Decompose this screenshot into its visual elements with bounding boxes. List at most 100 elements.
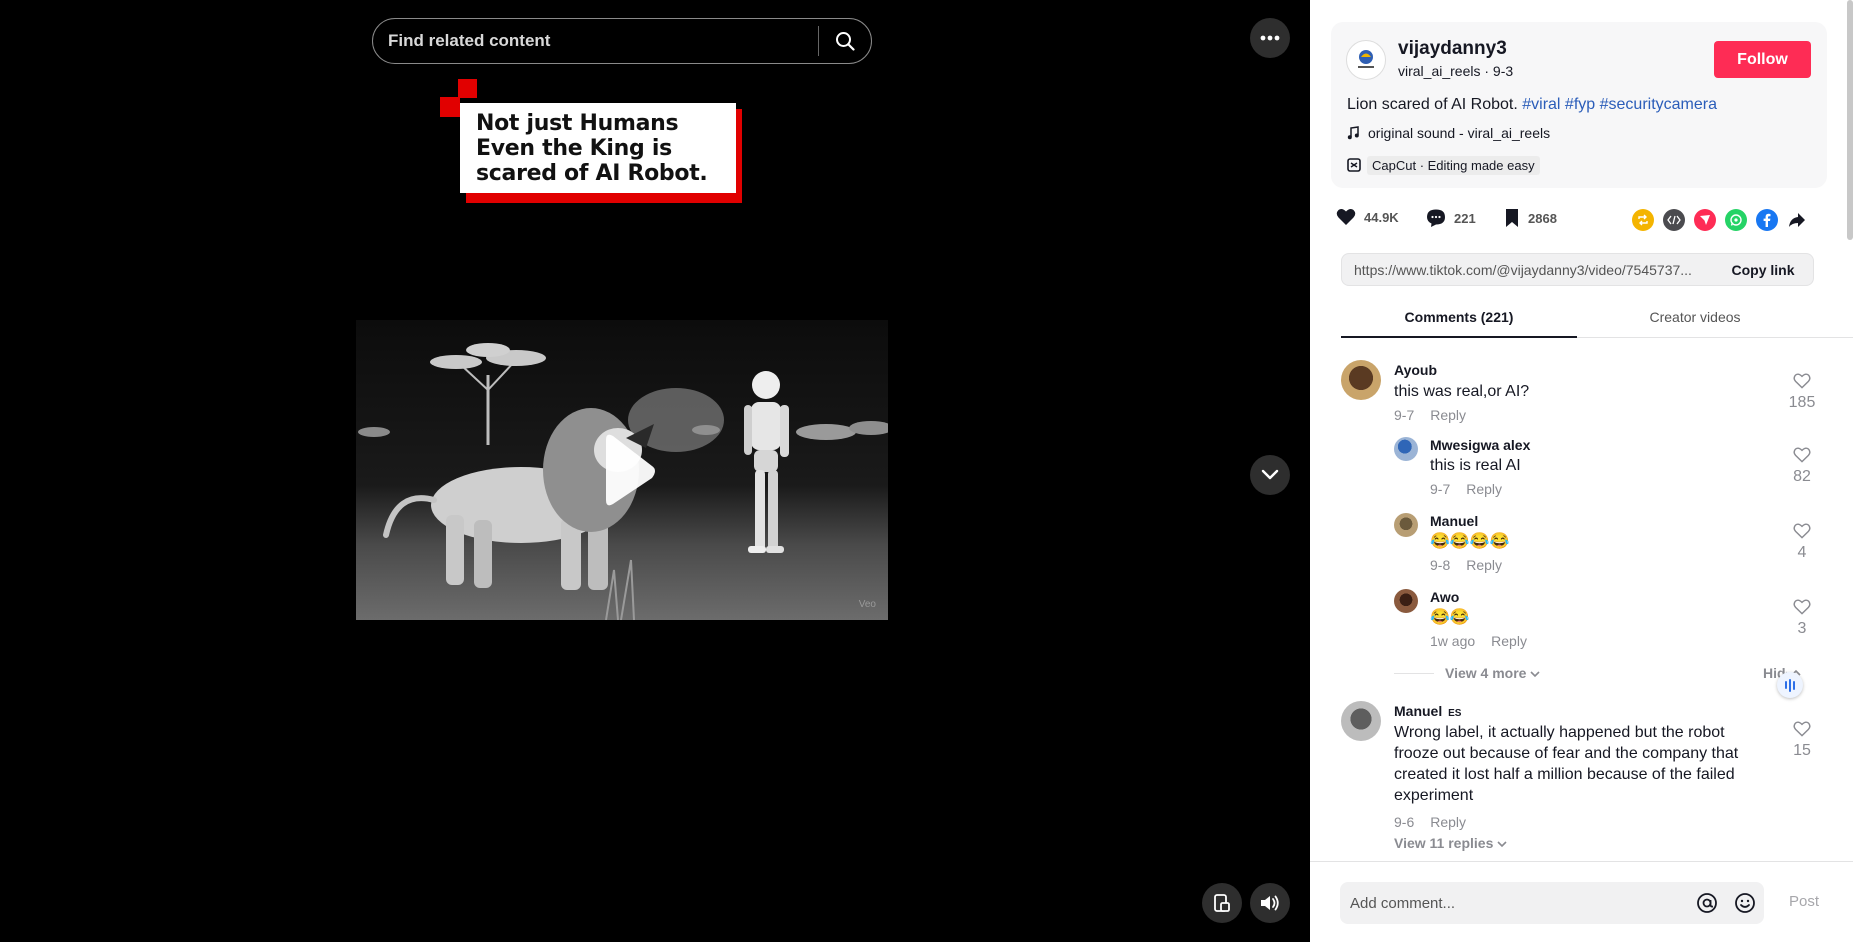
- copy-link-button[interactable]: Copy link: [1713, 262, 1813, 278]
- search-box[interactable]: Find related content: [372, 18, 872, 64]
- embed-icon: [1667, 215, 1681, 225]
- comment-reply-item: Manuel 😂😂😂😂 9-8 Reply 4: [1394, 513, 1821, 583]
- like-count: 15: [1793, 742, 1811, 759]
- more-share-button[interactable]: [1786, 209, 1808, 231]
- embed-button[interactable]: [1663, 209, 1685, 231]
- post-description: Lion scared of AI Robot. #viral #fyp #se…: [1347, 96, 1717, 114]
- comment-text: 😂😂: [1430, 609, 1470, 626]
- comment-input-box[interactable]: Add comment...: [1340, 882, 1764, 924]
- mention-button[interactable]: [1688, 892, 1726, 914]
- sound-name: original sound - viral_ai_reels: [1368, 125, 1551, 141]
- comment-author[interactable]: Mwesigwa alex: [1430, 437, 1530, 453]
- comment-like[interactable]: 3: [1787, 599, 1817, 638]
- comment-text: Wrong label, it actually happened but th…: [1394, 724, 1739, 804]
- comment-like[interactable]: 82: [1787, 447, 1817, 486]
- decor-square: [458, 79, 477, 98]
- emoji-button[interactable]: [1726, 892, 1764, 914]
- search-button[interactable]: [819, 19, 871, 63]
- view-replies-button[interactable]: View 11 replies: [1394, 835, 1507, 851]
- reply-button[interactable]: Reply: [1466, 557, 1502, 573]
- share-arrow-icon: [1789, 213, 1805, 227]
- creator-avatar[interactable]: [1346, 40, 1386, 80]
- volume-icon: [1261, 895, 1279, 911]
- hashtag-viral[interactable]: #viral: [1522, 96, 1560, 113]
- comment-like[interactable]: 4: [1787, 523, 1817, 562]
- save-action[interactable]: 2868: [1504, 208, 1557, 228]
- more-options-button[interactable]: [1250, 18, 1290, 58]
- comment-meta: 9-6 Reply: [1394, 814, 1466, 830]
- comment-author[interactable]: Manuel: [1394, 703, 1442, 719]
- repost-icon: [1638, 214, 1648, 226]
- heart-outline-icon: [1793, 523, 1811, 539]
- music-note-icon: [1347, 126, 1359, 140]
- comment-input[interactable]: Add comment...: [1340, 895, 1688, 912]
- more-icon: [1260, 35, 1280, 41]
- floating-audio-button[interactable]: [1777, 672, 1803, 698]
- reply-button[interactable]: Reply: [1466, 481, 1502, 497]
- comment-item: Manuel ES Wrong label, it actually happe…: [1341, 701, 1821, 860]
- pip-icon: [1214, 894, 1230, 912]
- caption-line-1: Not just Humans: [476, 111, 679, 136]
- volume-button[interactable]: [1250, 883, 1290, 923]
- comment-date: 9-7: [1430, 481, 1451, 497]
- comment-action[interactable]: 221: [1426, 208, 1476, 228]
- avatar[interactable]: [1394, 589, 1418, 613]
- video-area: Find related content Not just Humans Eve…: [0, 0, 1310, 942]
- tab-creator-videos[interactable]: Creator videos: [1577, 309, 1813, 325]
- creator-username[interactable]: vijaydanny3: [1398, 38, 1507, 60]
- avatar[interactable]: [1341, 701, 1381, 741]
- comment-icon: [1427, 209, 1445, 227]
- view-more-replies-button[interactable]: View 4 more: [1445, 665, 1540, 681]
- comment-meta: 9-7 Reply: [1430, 481, 1502, 497]
- picture-in-picture-button[interactable]: [1202, 883, 1242, 923]
- comment-composer: Add comment... Post: [1310, 861, 1853, 942]
- like-action[interactable]: 44.9K: [1336, 208, 1399, 226]
- hashtag-fyp[interactable]: #fyp: [1565, 96, 1595, 113]
- chevron-down-icon: [1530, 671, 1540, 678]
- avatar[interactable]: [1394, 513, 1418, 537]
- language-badge: ES: [1448, 708, 1462, 719]
- reply-button[interactable]: Reply: [1430, 407, 1466, 423]
- comment-like[interactable]: 185: [1787, 373, 1817, 412]
- reply-button[interactable]: Reply: [1491, 633, 1527, 649]
- video-player[interactable]: Not just Humans Even the King is scared …: [356, 75, 888, 942]
- video-caption-overlay: Not just Humans Even the King is scared …: [440, 79, 742, 203]
- bookmark-icon: [1506, 209, 1518, 227]
- comment-text: 😂😂😂😂: [1430, 533, 1510, 550]
- reply-button[interactable]: Reply: [1430, 814, 1466, 830]
- comment-author[interactable]: Awo: [1430, 589, 1459, 605]
- comment-author[interactable]: Manuel: [1430, 513, 1478, 529]
- details-panel: vijaydanny3 viral_ai_reels · 9-3 Follow …: [1310, 0, 1853, 942]
- send-to-friends-button[interactable]: [1694, 209, 1716, 231]
- sound-link[interactable]: original sound - viral_ai_reels: [1347, 125, 1550, 141]
- avatar[interactable]: [1394, 437, 1418, 461]
- facebook-share-button[interactable]: [1756, 209, 1778, 231]
- comment-date: 9-8: [1430, 557, 1451, 573]
- comment-date: 1w ago: [1430, 633, 1476, 649]
- whatsapp-share-button[interactable]: [1725, 209, 1747, 231]
- next-video-button[interactable]: [1250, 455, 1290, 495]
- facebook-icon: [1763, 213, 1771, 227]
- avatar-logo-icon: [1358, 50, 1374, 68]
- comment-author[interactable]: Ayoub: [1394, 362, 1437, 378]
- scrollbar[interactable]: [1847, 0, 1853, 240]
- like-count: 3: [1797, 620, 1807, 637]
- repost-button[interactable]: [1632, 209, 1654, 231]
- post-comment-button[interactable]: Post: [1789, 893, 1819, 910]
- avatar[interactable]: [1341, 360, 1381, 400]
- replies-divider: [1394, 673, 1434, 674]
- capcut-anchor[interactable]: CapCut · Editing made easy: [1347, 155, 1540, 175]
- tab-comments[interactable]: Comments (221): [1341, 309, 1577, 325]
- comment-count: 221: [1454, 210, 1476, 226]
- comment-like[interactable]: 15: [1787, 721, 1817, 760]
- comment-meta: 9-8 Reply: [1430, 557, 1502, 573]
- action-bar: 44.9K 221 2868: [1336, 208, 1836, 232]
- follow-button[interactable]: Follow: [1714, 41, 1811, 78]
- video-watermark: Veo: [858, 599, 876, 610]
- like-count: 44.9K: [1364, 209, 1399, 225]
- capcut-icon: [1347, 158, 1361, 172]
- comments-list: Ayoub this was real,or AI? 9-7 Reply 185 …: [1310, 350, 1853, 860]
- hashtag-securitycamera[interactable]: #securitycamera: [1600, 96, 1717, 113]
- search-input[interactable]: Find related content: [373, 31, 818, 51]
- comment-date: 9-6: [1394, 814, 1415, 830]
